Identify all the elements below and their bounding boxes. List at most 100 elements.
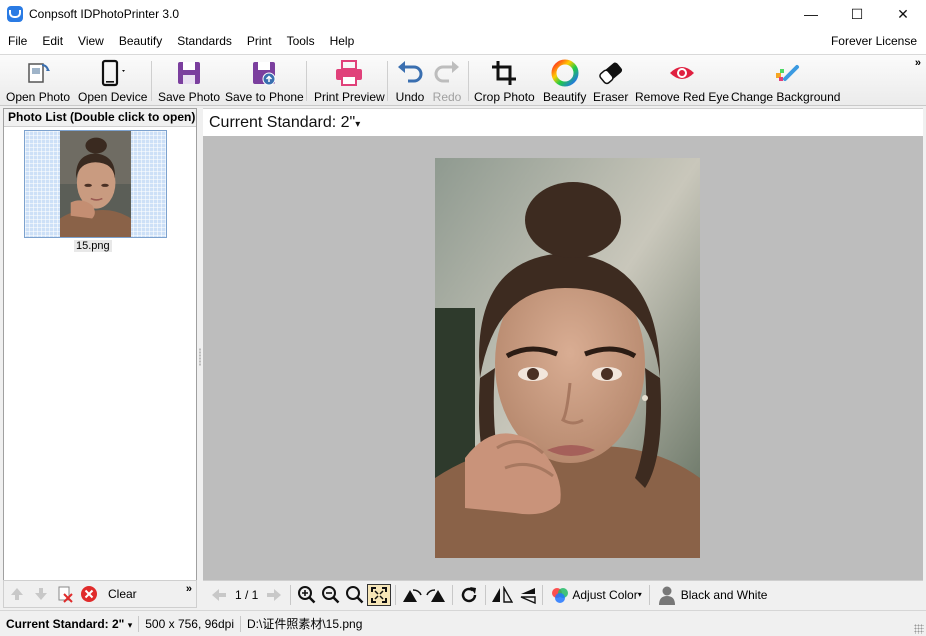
remove-photo-button[interactable] — [54, 583, 76, 605]
chevron-down-icon: ▾ — [355, 119, 361, 130]
remove-red-eye-button[interactable]: Remove Red Eye — [635, 57, 729, 105]
menu-beautify[interactable]: Beautify — [111, 34, 169, 48]
rotate-right-button[interactable] — [424, 583, 448, 607]
actual-size-button[interactable] — [343, 583, 367, 607]
resize-grip-icon[interactable] — [914, 624, 924, 634]
status-standard-dropdown[interactable]: Current Standard: 2" ▾ — [0, 615, 140, 632]
status-image-info: 500 x 756, 96dpi — [139, 615, 241, 632]
minimize-button[interactable]: — — [788, 0, 834, 28]
arrow-right-icon — [267, 588, 282, 601]
eraser-button[interactable]: Eraser — [593, 57, 628, 105]
toolbar-divider — [306, 61, 307, 101]
photo-canvas[interactable] — [203, 136, 923, 580]
move-up-button[interactable] — [6, 583, 28, 605]
prev-page-button[interactable] — [207, 583, 231, 607]
printer-icon — [333, 57, 365, 89]
list-overflow-button[interactable]: » — [186, 583, 192, 595]
open-device-button[interactable]: Open Device — [78, 57, 147, 105]
photo-list-header: Photo List (Double click to open) — [4, 109, 196, 127]
menu-file[interactable]: File — [0, 34, 34, 48]
person-icon — [658, 586, 675, 605]
zoom-in-icon — [298, 585, 316, 603]
eraser-label: Eraser — [593, 90, 629, 104]
color-circles-icon — [552, 587, 569, 603]
flip-vertical-icon — [521, 587, 537, 604]
zoom-out-button[interactable] — [319, 583, 343, 607]
open-photo-icon — [22, 57, 54, 89]
delete-all-button[interactable] — [78, 583, 100, 605]
undo-button[interactable]: Undo — [394, 57, 426, 105]
toolbar-divider — [151, 61, 152, 101]
redo-icon — [431, 57, 463, 89]
clear-button[interactable]: Clear — [108, 587, 137, 601]
eye-icon — [666, 57, 698, 89]
menu-standards[interactable]: Standards — [169, 34, 239, 48]
paint-brush-icon — [770, 57, 802, 89]
color-wheel-icon — [549, 57, 581, 89]
redo-label: Redo — [432, 90, 462, 104]
change-background-button[interactable]: Change Background — [731, 57, 840, 105]
menu-view[interactable]: View — [70, 34, 111, 48]
fit-window-button[interactable] — [367, 583, 392, 606]
save-icon — [173, 57, 205, 89]
undo-label: Undo — [395, 90, 425, 104]
window-title: Conpsoft IDPhotoPrinter 3.0 — [29, 7, 180, 21]
portrait-photo — [435, 158, 700, 558]
menu-print[interactable]: Print — [239, 34, 279, 48]
magnifier-icon — [346, 585, 364, 603]
zoom-in-button[interactable] — [295, 583, 319, 607]
current-standard-dropdown[interactable]: Current Standard: 2"▾ — [209, 114, 360, 132]
rotate-right-icon — [426, 588, 446, 602]
crop-photo-label: Crop Photo — [474, 90, 535, 104]
minimize-icon: — — [804, 6, 818, 22]
toolbar-divider — [290, 584, 292, 605]
redo-button[interactable]: Redo — [431, 57, 463, 105]
rotate-left-button[interactable] — [400, 583, 424, 607]
close-button[interactable]: ✕ — [880, 0, 926, 28]
open-device-label: Open Device — [78, 90, 148, 104]
crop-photo-button[interactable]: Crop Photo — [474, 57, 535, 105]
save-photo-button[interactable]: Save Photo — [158, 57, 220, 105]
toolbar-divider — [468, 61, 469, 101]
save-to-phone-label: Save to Phone — [225, 90, 304, 104]
current-standard-label: Current Standard: 2" — [209, 114, 356, 131]
maximize-button[interactable]: ☐ — [834, 0, 880, 28]
arrow-up-icon — [11, 588, 23, 600]
chevron-down-icon: ▾ — [127, 619, 133, 630]
toolbar-divider — [542, 584, 544, 605]
license-label: Forever License — [830, 34, 917, 48]
toolbar-divider — [387, 61, 388, 101]
toolbar-divider — [648, 584, 650, 605]
print-preview-button[interactable]: Print Preview — [314, 57, 385, 105]
undo-icon — [394, 57, 426, 89]
toolbar-overflow-button[interactable]: » — [915, 57, 921, 69]
change-background-label: Change Background — [731, 90, 841, 104]
save-photo-label: Save Photo — [158, 90, 221, 104]
photo-list-toolbar: Clear » — [3, 580, 197, 608]
print-preview-label: Print Preview — [314, 90, 385, 104]
page-indicator: 1 / 1 — [235, 587, 259, 602]
save-to-phone-icon — [248, 57, 280, 89]
next-page-button[interactable] — [262, 583, 286, 607]
black-and-white-button[interactable]: Black and White — [654, 583, 771, 607]
arrow-down-icon — [35, 588, 47, 600]
move-down-button[interactable] — [30, 583, 52, 605]
save-to-phone-button[interactable]: Save to Phone — [225, 57, 304, 105]
menu-edit[interactable]: Edit — [34, 34, 70, 48]
maximize-icon: ☐ — [850, 5, 864, 22]
flip-horizontal-button[interactable] — [490, 583, 514, 607]
beautify-button[interactable]: Beautify — [543, 57, 586, 105]
eraser-icon — [595, 57, 627, 89]
open-photo-button[interactable]: Open Photo — [6, 57, 70, 105]
thumbnail-filename: 15.png — [74, 240, 112, 252]
menu-help[interactable]: Help — [322, 34, 362, 48]
flip-vertical-button[interactable] — [514, 583, 538, 607]
title-bar: Conpsoft IDPhotoPrinter 3.0 — ☐ ✕ — [0, 0, 926, 28]
adjust-color-button[interactable]: Adjust Color ▾ — [547, 583, 644, 607]
delete-file-icon — [58, 586, 73, 603]
menu-tools[interactable]: Tools — [279, 34, 322, 48]
rotate-button[interactable] — [457, 583, 481, 607]
close-circle-icon — [81, 586, 97, 602]
photo-thumbnail[interactable] — [24, 130, 167, 238]
flip-horizontal-icon — [492, 585, 514, 603]
